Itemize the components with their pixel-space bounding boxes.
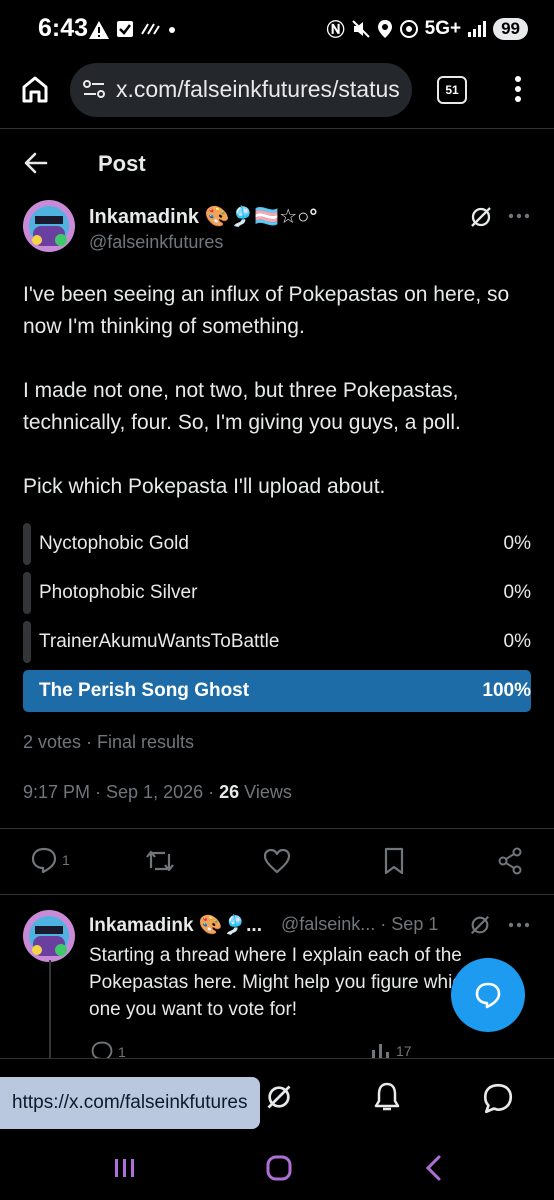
poll-option-bar (23, 523, 31, 565)
views-count: 26 (219, 782, 240, 802)
site-settings-icon[interactable] (82, 77, 106, 101)
status-indicators: Ⓝ 5G+ 99 (327, 16, 528, 42)
reply-author-name[interactable]: Inkamadink 🎨🎐... (89, 913, 262, 937)
reply-views-count: 17 (396, 1043, 412, 1059)
battery-indicator: 99 (493, 18, 528, 40)
post-meta: 9:17 PM · Sep 1, 2026 · 26 Views (23, 782, 292, 803)
compose-reply-fab[interactable] (451, 958, 525, 1032)
avatar-art (23, 910, 75, 962)
post-timestamp[interactable]: 9:17 PM · Sep 1, 2026 · (23, 782, 219, 802)
post-paragraph: I've been seeing an influx of Pokepastas… (23, 283, 510, 338)
post-paragraph: I made not one, not two, but three Pokep… (23, 379, 461, 434)
nfc-icon: Ⓝ (326, 20, 345, 40)
like-icon[interactable] (263, 848, 291, 874)
more-options-icon[interactable] (508, 213, 530, 219)
reply-button[interactable]: 1 (30, 846, 70, 874)
messages-icon[interactable] (481, 1081, 515, 1115)
notifications-icon[interactable] (373, 1081, 401, 1113)
poll-option-percent: 0% (503, 533, 531, 554)
poll-option: Photophobic Silver 0% (23, 572, 531, 614)
link-preview-tooltip: https://x.com/falseinkfutures (0, 1077, 260, 1129)
reply-avatar[interactable] (23, 910, 75, 962)
warning-icon (89, 21, 109, 39)
poll-option-percent: 0% (503, 631, 531, 652)
share-icon[interactable] (497, 847, 523, 875)
back-nav-icon[interactable] (423, 1154, 443, 1182)
browser-divider (0, 128, 554, 129)
signal-icon (468, 21, 487, 37)
views-label: Views (239, 782, 292, 802)
grok-icon[interactable] (469, 205, 493, 229)
home-icon[interactable] (20, 74, 50, 104)
reply-count: 1 (62, 852, 70, 868)
poll-summary: 2 votes · Final results (23, 732, 195, 752)
location-icon (377, 20, 392, 38)
checkbox-notification-icon (117, 21, 133, 37)
network-label: 5G+ (424, 18, 462, 39)
poll-option: TrainerAkumuWantsToBattle 0% (23, 621, 531, 663)
tab-switcher-button[interactable]: 51 (437, 76, 467, 104)
browser-menu-icon[interactable] (512, 74, 524, 104)
thread-line (49, 960, 51, 1060)
poll-option-label: Photophobic Silver (39, 582, 198, 603)
reply-handle-date[interactable]: @falseink... · Sep 1 (281, 914, 438, 935)
mute-icon (351, 20, 370, 38)
author-name[interactable]: Inkamadink 🎨🎐🏳️‍⚧️☆○° (89, 204, 317, 229)
page-title: Post (98, 151, 146, 176)
avatar-art (23, 200, 75, 252)
recent-apps-icon[interactable] (112, 1156, 138, 1180)
post-text: I've been seeing an influx of Pokepastas… (23, 279, 533, 535)
reply-more-options-icon[interactable] (508, 922, 530, 928)
back-arrow-icon[interactable] (24, 152, 48, 174)
chat-bubble-icon (475, 982, 501, 1009)
poll-option-label: The Perish Song Ghost (39, 680, 250, 701)
poll-option: Nyctophobic Gold 0% (23, 523, 531, 565)
data-saver-icon (141, 23, 160, 35)
bookmark-icon[interactable] (383, 847, 405, 875)
poll-option-bar (23, 572, 31, 614)
reply-text: Starting a thread where I explain each o… (89, 945, 473, 1020)
avatar[interactable] (23, 200, 75, 252)
hotspot-icon (399, 20, 418, 38)
author-handle[interactable]: @falseinkfutures (89, 232, 223, 253)
status-bar: 6:43 Ⓝ 5G+ 99 (0, 0, 554, 62)
home-nav-icon[interactable] (264, 1153, 294, 1183)
poll-option-winner: The Perish Song Ghost 100% (23, 670, 531, 712)
poll-option-bar (23, 621, 31, 663)
actions-divider (0, 894, 554, 895)
poll-option-label: Nyctophobic Gold (39, 533, 189, 554)
poll-option-percent: 0% (503, 582, 531, 603)
grok-nav-icon[interactable] (265, 1083, 293, 1111)
poll-option-label: TrainerAkumuWantsToBattle (39, 631, 280, 652)
meta-divider (0, 828, 554, 829)
system-navigation-bar (0, 1136, 554, 1200)
post-paragraph: Pick which Pokepasta I'll upload about. (23, 475, 386, 498)
repost-icon[interactable] (145, 848, 175, 874)
reply-grok-icon[interactable] (469, 914, 491, 936)
reply-icon (31, 847, 57, 874)
notification-dot (169, 27, 175, 33)
status-time: 6:43 (38, 14, 89, 42)
poll-option-percent: 100% (482, 680, 531, 701)
url-text[interactable]: x.com/falseinkfutures/status (116, 76, 406, 103)
